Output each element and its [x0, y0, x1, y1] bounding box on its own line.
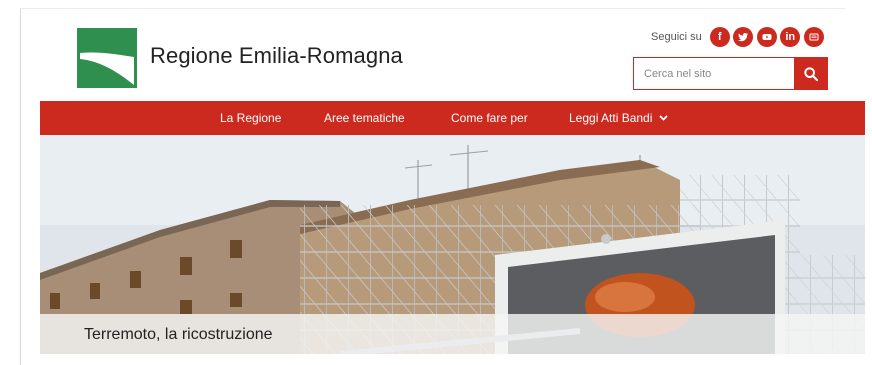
region-logo-graphic [80, 31, 134, 85]
social-links: Seguici su f in [651, 26, 827, 48]
nav-label: Aree tematiche [324, 111, 405, 125]
newsletter-icon[interactable] [803, 27, 824, 47]
linkedin-icon[interactable]: in [780, 27, 801, 47]
hero-caption[interactable]: Terremoto, la ricostruzione [84, 326, 273, 344]
nav-label: Leggi Atti Bandi [569, 111, 653, 125]
main-navigation: La Regione Aree tematiche Come fare per … [40, 101, 865, 135]
nav-item-come-fare-per[interactable]: Come fare per [451, 101, 528, 135]
search-button[interactable] [794, 58, 827, 89]
facebook-icon[interactable]: f [709, 27, 730, 47]
search-input[interactable] [634, 58, 794, 89]
nav-item-la-regione[interactable]: La Regione [220, 101, 281, 135]
twitter-bird [738, 33, 749, 42]
search-box [633, 57, 828, 90]
newsletter-envelope [809, 33, 819, 41]
hero-banner[interactable]: Terremoto, la ricostruzione [40, 135, 865, 354]
page-left-border [20, 8, 21, 365]
twitter-icon[interactable] [733, 27, 754, 47]
follow-label: Seguici su [651, 31, 702, 43]
search-icon [803, 66, 818, 81]
nav-label: La Regione [220, 111, 282, 125]
region-logo[interactable] [77, 28, 137, 88]
chevron-down-icon [659, 115, 669, 121]
youtube-icon[interactable] [756, 27, 777, 47]
nav-item-leggi-atti-bandi[interactable]: Leggi Atti Bandi [569, 101, 669, 135]
hero-caption-bar: Terremoto, la ricostruzione [40, 314, 865, 354]
linkedin-glyph: in [785, 30, 796, 43]
nav-label: Come fare per [451, 111, 528, 125]
facebook-glyph: f [717, 30, 722, 43]
site-title[interactable]: Regione Emilia-Romagna [150, 43, 403, 69]
nav-item-aree-tematiche[interactable]: Aree tematiche [324, 101, 405, 135]
page-top-border [20, 8, 845, 9]
youtube-play [762, 34, 772, 40]
